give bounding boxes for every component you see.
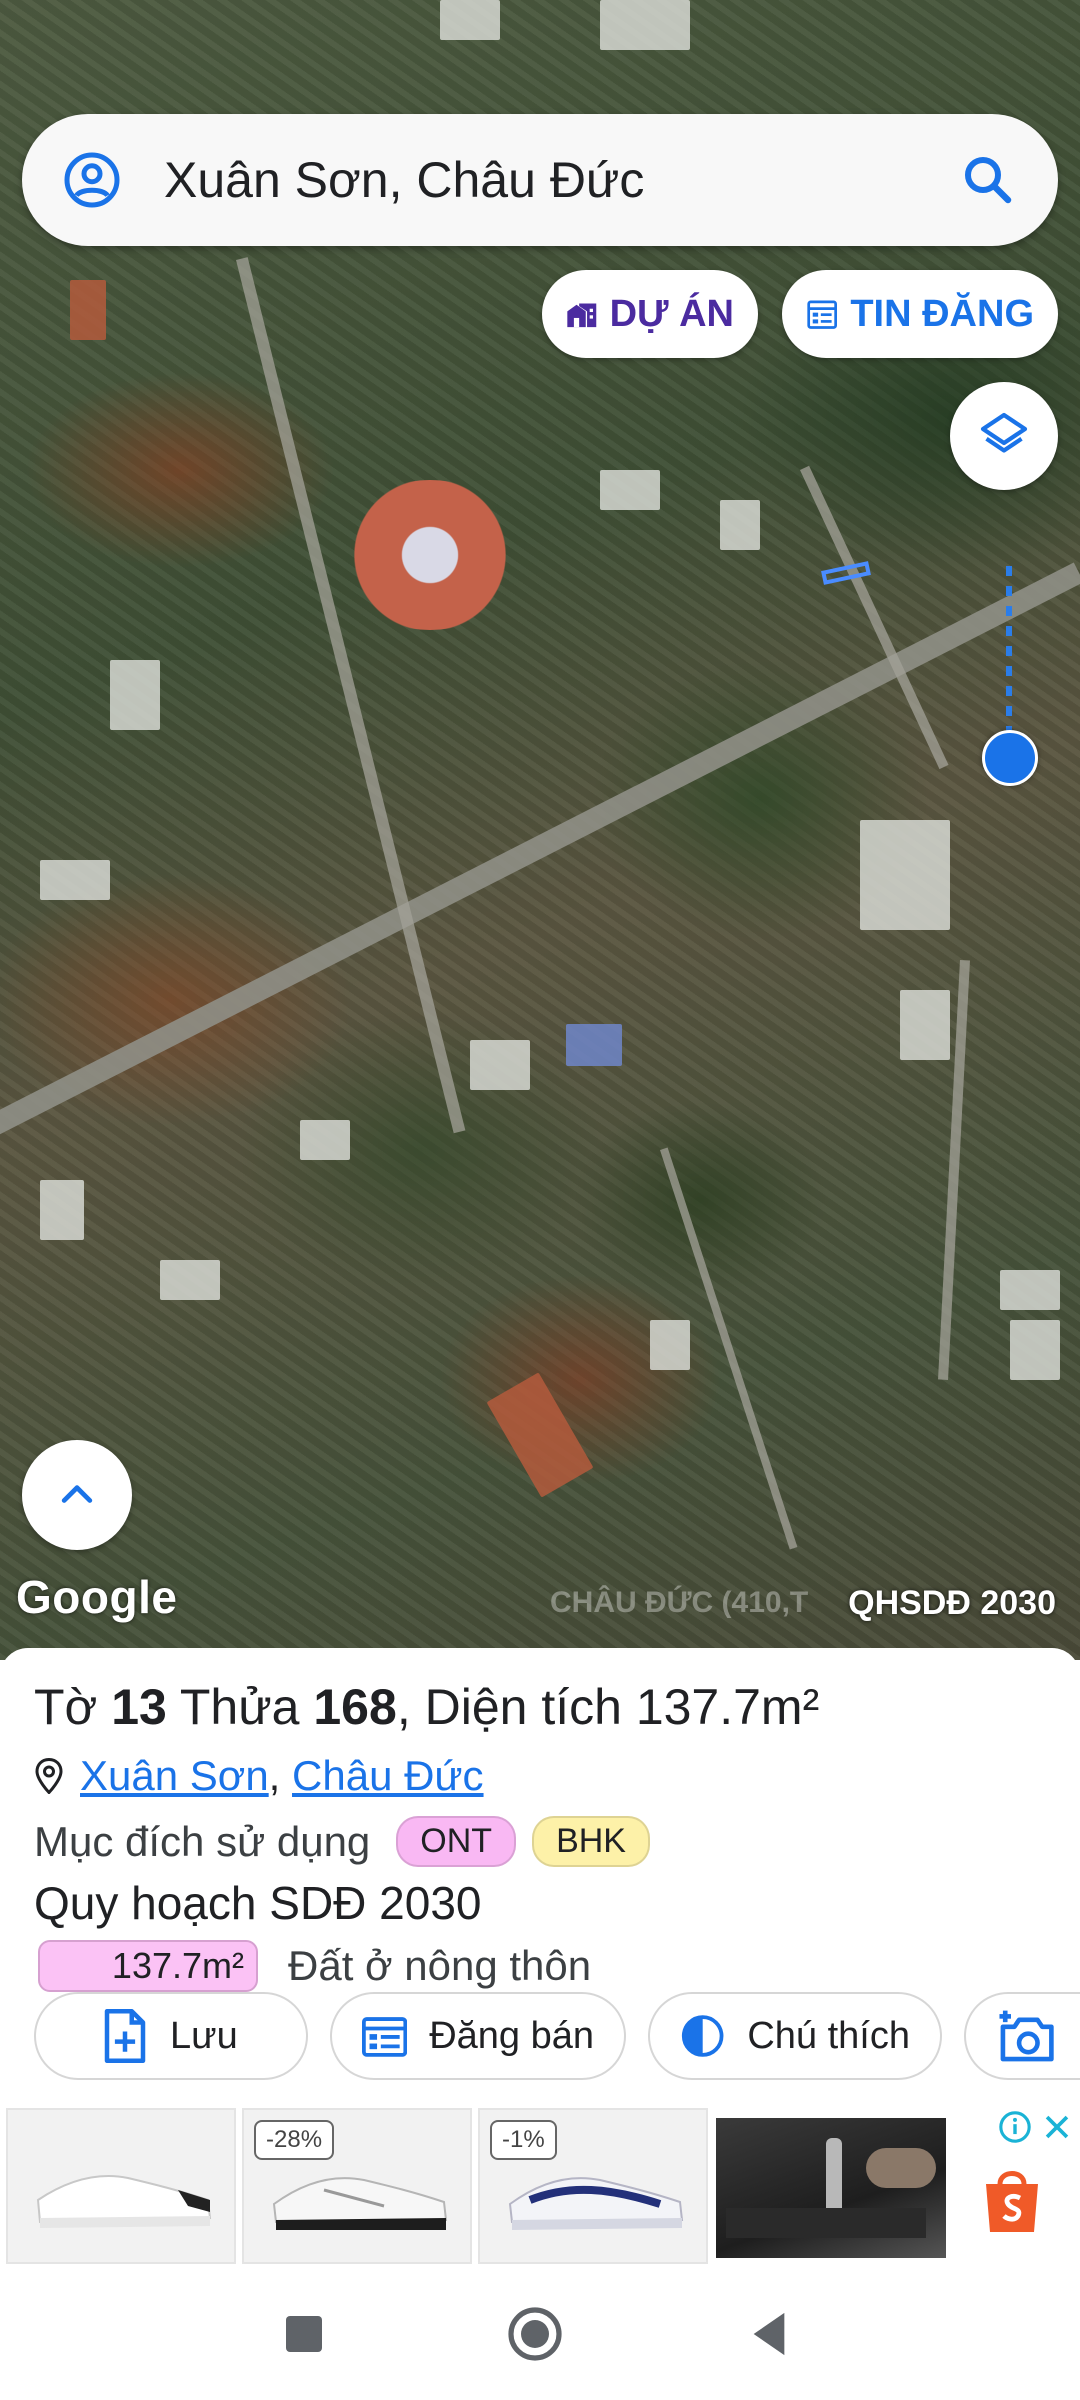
ad-product-tile[interactable] [6,2108,236,2264]
legend-label: Chú thích [747,2014,910,2057]
building [300,1120,350,1160]
building [440,0,500,40]
layers-button[interactable] [950,382,1058,490]
sheet-number: 13 [111,1679,167,1735]
commune-link[interactable]: Xuân Sơn [80,1752,269,1799]
planning-land-type: Đất ở nông thôn [288,1942,592,1989]
car-interior-image[interactable] [716,2118,946,2258]
discount-badge: -1% [490,2120,557,2160]
calendar-list-icon [362,2017,408,2057]
square-icon [286,2316,322,2352]
action-buttons: Lưu Đăng bán Chú thích [34,1992,1080,2084]
post-label: Đăng bán [429,2014,594,2057]
planning-area-pill: 137.7m² [38,1940,258,1992]
building-icon [567,303,597,328]
recents-button[interactable] [266,2296,342,2372]
selected-plot-outline[interactable] [821,561,871,585]
land-usage-row: Mục đích sử dụng ONT BHK [34,1816,650,1867]
home-circle-icon [508,2307,562,2361]
building [600,0,690,50]
search-query[interactable]: Xuân Sơn, Châu Đức [164,114,644,246]
google-attribution: Google [16,1571,178,1623]
contrast-icon [681,2015,724,2057]
discount-badge: -28% [254,2120,335,2160]
home-button[interactable] [497,2296,573,2372]
building [110,660,160,730]
current-location-dot[interactable] [982,730,1038,786]
ad-product-tile[interactable]: -28% [242,2108,472,2264]
address-separator: , [268,1752,281,1799]
sheet-prefix: Tờ [34,1679,112,1735]
building [566,1024,622,1066]
east-road [800,465,949,770]
projects-chip[interactable]: DỰ ÁN [542,270,758,358]
projects-chip-label: DỰ ÁN [609,292,734,335]
account-icon[interactable] [62,150,122,210]
location-pin-icon [35,1758,63,1794]
building [486,1372,594,1498]
ad-banner[interactable]: -28% -1% [0,2104,1080,2268]
chevron-up-icon [61,1485,93,1503]
address-row: Xuân Sơn, Châu Đức [34,1752,484,1800]
save-button[interactable]: Lưu [34,1992,308,2080]
planning-layer-label[interactable]: QHSDĐ 2030 [848,1584,1056,1623]
sneaker-image [272,2177,448,2230]
building [900,990,950,1060]
area-prefix: , Diện tích [396,1679,636,1735]
district-link[interactable]: Châu Đức [292,1752,484,1799]
plot-number: 168 [313,1679,397,1735]
building [600,470,660,510]
building [1000,1270,1060,1310]
expand-sheet-button[interactable] [22,1440,132,1550]
plot-prefix: Thửa [166,1679,314,1735]
parcel-info-sheet[interactable]: Tờ 13 Thửa 168, Diện tích 137.7m² Xuân S… [0,1648,1080,2104]
building [40,1180,84,1240]
location-accuracy-line [1006,566,1012,736]
usage-label: Mục đích sử dụng [34,1817,371,1865]
layers-icon [980,412,1028,453]
building [1010,1320,1060,1380]
calendar-list-icon [807,300,837,329]
search-icon[interactable] [958,150,1018,210]
back-button[interactable] [731,2296,807,2372]
back-triangle-icon [753,2312,785,2356]
sneaker-image [508,2177,684,2230]
satellite-map[interactable]: Xuân Sơn, Châu Đức DỰ ÁN TIN ĐĂNG Google… [0,0,1080,1660]
add-file-icon [104,2009,146,2063]
building [860,820,950,930]
landmark-building [330,480,530,630]
ad-product-tile[interactable]: -1% [478,2108,708,2264]
system-navigation-bar [0,2268,1080,2400]
info-icon[interactable] [998,2110,1032,2144]
parcel-title: Tờ 13 Thửa 168, Diện tích 137.7m² [34,1678,819,1736]
listings-chip[interactable]: TIN ĐĂNG [782,270,1058,358]
search-bar[interactable]: Xuân Sơn, Châu Đức [22,114,1058,246]
usage-badge-ont: ONT [396,1816,517,1867]
building [720,500,760,550]
usage-badge-bhk: BHK [532,1816,650,1867]
legend-button[interactable]: Chú thích [648,1992,942,2080]
parcel-area: 137.7m² [635,1679,820,1735]
building [470,1040,530,1090]
north-south-road [236,257,466,1134]
map-watermark: CHÂU ĐỨC (410,T [550,1586,809,1619]
building [40,860,110,900]
building [70,280,106,340]
post-for-sale-button[interactable]: Đăng bán [330,1992,626,2080]
planning-title: Quy hoạch SDĐ 2030 [34,1877,482,1929]
photo-button[interactable] [964,1992,1080,2080]
close-icon[interactable] [1040,2110,1074,2144]
shopping-bag-icon[interactable] [980,2164,1044,2236]
sneaker-image [36,2175,212,2228]
save-label: Lưu [170,2014,238,2057]
building [650,1320,690,1370]
planning-row: 137.7m² Đất ở nông thôn [38,1940,591,1992]
building [160,1260,220,1300]
listings-chip-label: TIN ĐĂNG [850,292,1034,335]
add-photo-icon [999,2010,1054,2062]
